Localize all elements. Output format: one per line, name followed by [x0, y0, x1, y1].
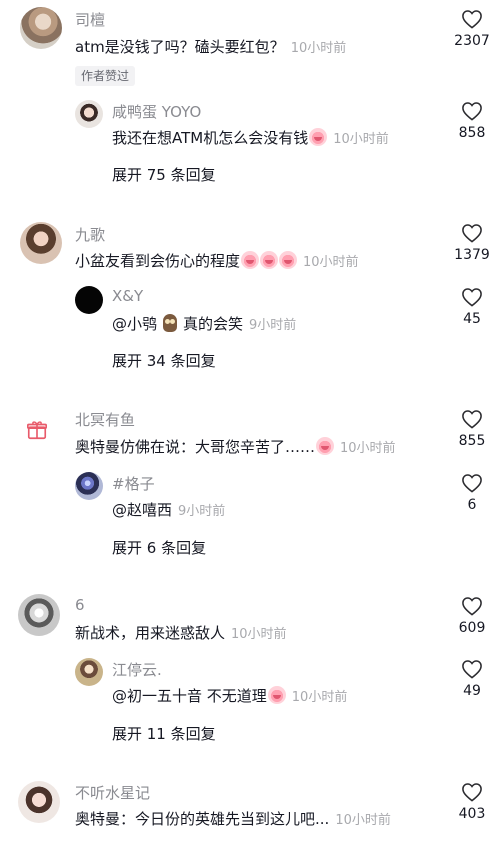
heart-outline-icon	[462, 288, 482, 307]
heart-outline-icon	[462, 410, 482, 429]
expand-replies-link[interactable]: 展开 11 条回复	[112, 723, 216, 744]
reply-text: @小鸮 真的会笑 9小时前	[112, 313, 296, 334]
avatar[interactable]	[18, 781, 60, 823]
like-button[interactable]: 403	[452, 782, 492, 822]
comment-username[interactable]: 不听水星记	[75, 782, 150, 803]
reply-text: @赵嘻西 9小时前	[112, 499, 225, 520]
comment-body: 奥特曼：今日份的英雄先当到这儿吧...	[75, 810, 330, 828]
crying-emoji-icon	[316, 437, 335, 455]
comment-text: 新战术，用来迷惑敌人 10小时前	[75, 622, 287, 643]
comment-time: 10小时前	[231, 627, 287, 642]
like-button[interactable]: 2307	[452, 9, 492, 49]
like-button[interactable]: 609	[452, 596, 492, 636]
reply-body: 我还在想ATM机怎么会没有钱	[112, 129, 309, 147]
comment-time: 10小时前	[290, 41, 347, 56]
reply-body: @初一五十音 不无道理	[112, 687, 267, 705]
heart-outline-icon	[462, 474, 482, 493]
like-count: 2307	[454, 33, 490, 49]
pig-emoji-icon	[241, 251, 260, 269]
expand-replies-link[interactable]: 展开 6 条回复	[112, 537, 206, 558]
comment-body: 新战术，用来迷惑敌人	[75, 624, 226, 642]
comment-username[interactable]: 九歌	[75, 224, 105, 245]
avatar[interactable]	[75, 100, 103, 128]
comment-username[interactable]: 北冥有鱼	[75, 409, 135, 430]
like-count: 6	[467, 497, 477, 513]
expand-replies-link[interactable]: 展开 75 条回复	[112, 164, 216, 185]
avatar[interactable]	[20, 222, 62, 264]
avatar[interactable]	[18, 594, 60, 636]
like-count: 45	[463, 311, 481, 327]
comment-text: 小盆友看到会伤心的程度 10小时前	[75, 250, 359, 271]
reply-text: @初一五十音 不无道理 10小时前	[112, 685, 347, 706]
heart-outline-icon	[462, 224, 482, 243]
reply-username[interactable]: 咸鸭蛋 YOYO	[112, 101, 201, 122]
heart-outline-icon	[462, 597, 482, 616]
comment-time: 10小时前	[335, 813, 391, 828]
like-count: 49	[463, 683, 481, 699]
reply-username[interactable]: #格子	[112, 473, 155, 494]
pig-emoji-icon	[279, 251, 298, 269]
comment-body: 奥特曼仿佛在说：大哥您辛苦了……	[75, 438, 316, 456]
comment-username[interactable]: 司檀	[75, 9, 105, 30]
comment-text: 奥特曼：今日份的英雄先当到这儿吧... 10小时前	[75, 808, 391, 829]
crying-emoji-icon	[309, 128, 328, 146]
like-button[interactable]: 49	[452, 659, 492, 699]
like-count: 858	[458, 125, 486, 141]
comment-username[interactable]: 6	[75, 596, 85, 614]
heart-outline-icon	[462, 783, 482, 802]
comment-body: atm是没钱了吗？磕头要红包？	[75, 38, 285, 56]
reply-time: 10小时前	[291, 690, 348, 705]
like-count: 1379	[454, 247, 490, 263]
reply-text: 我还在想ATM机怎么会没有钱 10小时前	[112, 127, 389, 148]
like-button[interactable]: 6	[452, 473, 492, 513]
avatar[interactable]	[20, 7, 62, 49]
comment-body: 小盆友看到会伤心的程度	[75, 252, 241, 270]
like-button[interactable]: 45	[452, 287, 492, 327]
reply-mention[interactable]: @小鸮	[112, 315, 157, 333]
reply-time: 9小时前	[249, 318, 297, 333]
comment-text: atm是没钱了吗？磕头要红包？ 10小时前	[75, 36, 346, 57]
reply-username[interactable]: X&Y	[112, 287, 143, 305]
like-button[interactable]: 1379	[452, 223, 492, 263]
pig-emoji-icon	[260, 251, 279, 269]
reply-mention[interactable]: @赵嘻西	[112, 501, 172, 519]
like-count: 403	[458, 806, 486, 822]
comment-time: 10小时前	[303, 255, 359, 270]
like-count: 609	[458, 620, 486, 636]
like-button[interactable]: 858	[452, 101, 492, 141]
reply-time: 9小时前	[178, 504, 226, 519]
avatar[interactable]	[75, 286, 103, 314]
heart-outline-icon	[462, 102, 482, 121]
author-liked-badge: 作者赞过	[75, 66, 136, 86]
comment-time: 10小时前	[340, 441, 396, 456]
reply-username[interactable]: 江停云.	[112, 659, 162, 680]
reply-body: 真的会笑	[183, 315, 244, 333]
like-button[interactable]: 855	[452, 409, 492, 449]
avatar[interactable]	[75, 472, 103, 500]
expand-replies-link[interactable]: 展开 34 条回复	[112, 350, 216, 371]
gift-icon	[27, 421, 47, 440]
reply-time: 10小时前	[333, 132, 389, 147]
heart-outline-icon	[462, 660, 482, 679]
owl-emoji-icon	[163, 314, 178, 332]
like-count: 855	[458, 433, 486, 449]
heart-outline-icon	[462, 10, 482, 29]
avatar[interactable]	[75, 658, 103, 686]
crying-emoji-icon	[267, 686, 286, 704]
comment-text: 奥特曼仿佛在说：大哥您辛苦了…… 10小时前	[75, 436, 396, 457]
